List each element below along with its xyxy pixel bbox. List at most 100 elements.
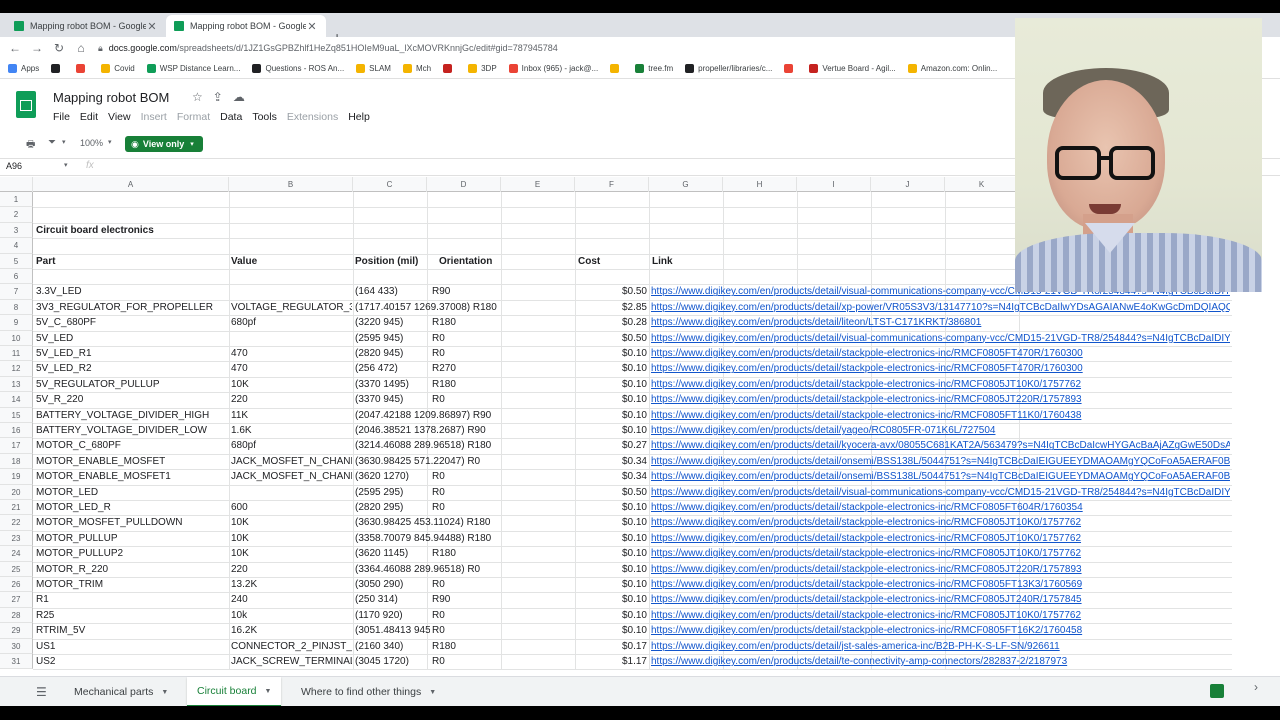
cell-link[interactable]: https://www.digikey.com/en/products/deta…: [651, 408, 1230, 423]
zoom-select[interactable]: 100%: [80, 138, 103, 148]
filter-icon[interactable]: ⏷: [48, 137, 56, 148]
menu-help[interactable]: Help: [348, 111, 370, 123]
row-header-11[interactable]: 11: [0, 346, 33, 362]
row-header-7[interactable]: 7: [0, 284, 33, 300]
browser-tab-1[interactable]: Mapping robot BOM - Google Sh ✕: [6, 15, 166, 37]
bookmark-item[interactable]: Inbox (965) - jack@...: [508, 64, 598, 73]
row-header-24[interactable]: 24: [0, 546, 33, 562]
menu-view[interactable]: View: [108, 111, 131, 123]
menu-tools[interactable]: Tools: [252, 111, 277, 123]
cell-link[interactable]: https://www.digikey.com/en/products/deta…: [651, 608, 1230, 623]
menu-extensions[interactable]: Extensions: [287, 111, 338, 123]
menu-insert[interactable]: Insert: [141, 111, 167, 123]
view-only-button[interactable]: ◉ View only ▾: [125, 136, 203, 152]
column-header-i[interactable]: I: [797, 177, 871, 192]
row-header-10[interactable]: 10: [0, 330, 33, 346]
sheet-tab-circuit-board[interactable]: Circuit board ▼: [187, 677, 282, 707]
bookmark-item[interactable]: WSP Distance Learn...: [146, 64, 240, 73]
row-header-21[interactable]: 21: [0, 500, 33, 516]
name-box[interactable]: A96: [6, 161, 22, 171]
row-header-18[interactable]: 18: [0, 453, 33, 470]
row-header-6[interactable]: 6: [0, 269, 33, 285]
row-header-1[interactable]: 1: [0, 192, 33, 208]
row-header-31[interactable]: 31: [0, 654, 33, 670]
row-header-2[interactable]: 2: [0, 207, 33, 223]
cell-link[interactable]: https://www.digikey.com/en/products/deta…: [651, 331, 1230, 346]
cell-link[interactable]: https://www.digikey.com/en/products/deta…: [651, 546, 1230, 561]
home-icon[interactable]: ⌂: [70, 41, 92, 55]
bookmark-item[interactable]: Amazon.com: Onlin...: [907, 64, 997, 73]
column-header-d[interactable]: D: [427, 177, 501, 192]
sheet-tab-mechanical-parts[interactable]: Mechanical parts ▼: [64, 677, 178, 707]
row-header-8[interactable]: 8: [0, 299, 33, 316]
row-header-17[interactable]: 17: [0, 438, 33, 454]
reload-icon[interactable]: ↻: [48, 41, 70, 55]
row-header-15[interactable]: 15: [0, 407, 33, 423]
bookmark-item[interactable]: propeller/libraries/c...: [685, 64, 772, 73]
cell-link[interactable]: https://www.digikey.com/en/products/deta…: [651, 531, 1230, 546]
bookmark-item[interactable]: [784, 64, 797, 73]
bookmark-item[interactable]: [76, 64, 89, 73]
bookmark-item[interactable]: [443, 64, 456, 73]
cell-link[interactable]: https://www.digikey.com/en/products/deta…: [651, 300, 1230, 315]
move-icon[interactable]: ⇪: [213, 90, 223, 104]
cell-link[interactable]: https://www.digikey.com/en/products/deta…: [651, 454, 1230, 469]
cell-link[interactable]: https://www.digikey.com/en/products/deta…: [651, 423, 1230, 438]
filter-dropdown-icon[interactable]: ▾: [62, 138, 66, 146]
column-header-e[interactable]: E: [501, 177, 575, 192]
cell-link[interactable]: https://www.digikey.com/en/products/deta…: [651, 562, 1230, 577]
select-all-corner[interactable]: [0, 177, 33, 192]
cell-link[interactable]: https://www.digikey.com/en/products/deta…: [651, 315, 1230, 330]
forward-icon[interactable]: →: [26, 41, 48, 55]
row-header-25[interactable]: 25: [0, 561, 33, 577]
print-icon[interactable]: 🖶︎: [26, 137, 35, 154]
column-header-c[interactable]: C: [353, 177, 427, 192]
cell-link[interactable]: https://www.digikey.com/en/products/deta…: [651, 639, 1230, 654]
menu-data[interactable]: Data: [220, 111, 242, 123]
column-header-a[interactable]: A: [33, 177, 229, 192]
row-header-22[interactable]: 22: [0, 515, 33, 531]
cell-link[interactable]: https://www.digikey.com/en/products/deta…: [651, 361, 1230, 376]
cell-link[interactable]: https://www.digikey.com/en/products/deta…: [651, 515, 1230, 530]
column-header-k[interactable]: K: [945, 177, 1019, 192]
cell-link[interactable]: https://www.digikey.com/en/products/deta…: [651, 469, 1230, 484]
address-bar[interactable]: 🔒︎ docs.google.com /spreadsheets/d/1JZ1G…: [98, 37, 1018, 59]
row-header-3[interactable]: 3: [0, 222, 33, 239]
cell-link[interactable]: https://www.digikey.com/en/products/deta…: [651, 654, 1230, 669]
document-title[interactable]: Mapping robot BOM: [53, 90, 169, 105]
row-header-12[interactable]: 12: [0, 361, 33, 377]
menu-edit[interactable]: Edit: [80, 111, 98, 123]
star-icon[interactable]: ☆: [192, 90, 203, 104]
row-header-19[interactable]: 19: [0, 469, 33, 485]
close-tab-icon[interactable]: ✕: [146, 20, 158, 33]
bookmark-item[interactable]: tree.fm: [635, 64, 673, 73]
row-header-13[interactable]: 13: [0, 376, 33, 393]
column-header-h[interactable]: H: [723, 177, 797, 192]
row-header-9[interactable]: 9: [0, 315, 33, 331]
row-header-16[interactable]: 16: [0, 423, 33, 439]
bookmark-item[interactable]: 3DP: [468, 64, 497, 73]
cell-link[interactable]: https://www.digikey.com/en/products/deta…: [651, 392, 1230, 407]
sheets-logo-icon[interactable]: [16, 91, 36, 118]
sheet-tab-where-to-find[interactable]: Where to find other things ▼: [291, 677, 446, 707]
all-sheets-icon[interactable]: ☰: [36, 685, 47, 699]
bookmark-item[interactable]: Questions - ROS An...: [252, 64, 344, 73]
column-header-f[interactable]: F: [575, 177, 649, 192]
column-header-b[interactable]: B: [229, 177, 353, 192]
back-icon[interactable]: ←: [4, 41, 26, 55]
row-header-30[interactable]: 30: [0, 638, 33, 654]
explore-icon[interactable]: [1210, 684, 1224, 698]
bookmark-item[interactable]: Vertue Board - Agil...: [809, 64, 896, 73]
cell-link[interactable]: https://www.digikey.com/en/products/deta…: [651, 377, 1230, 392]
column-header-j[interactable]: J: [871, 177, 945, 192]
browser-tab-2[interactable]: Mapping robot BOM - Google Sh ✕: [166, 15, 326, 37]
row-header-20[interactable]: 20: [0, 484, 33, 500]
cell-link[interactable]: https://www.digikey.com/en/products/deta…: [651, 485, 1230, 500]
row-header-29[interactable]: 29: [0, 623, 33, 639]
row-header-14[interactable]: 14: [0, 392, 33, 408]
cell-link[interactable]: https://www.digikey.com/en/products/deta…: [651, 592, 1230, 607]
chevron-right-icon[interactable]: ›: [1254, 680, 1258, 694]
row-header-5[interactable]: 5: [0, 253, 33, 269]
bookmark-item[interactable]: [51, 64, 64, 73]
chevron-down-icon[interactable]: ▾: [64, 161, 68, 169]
